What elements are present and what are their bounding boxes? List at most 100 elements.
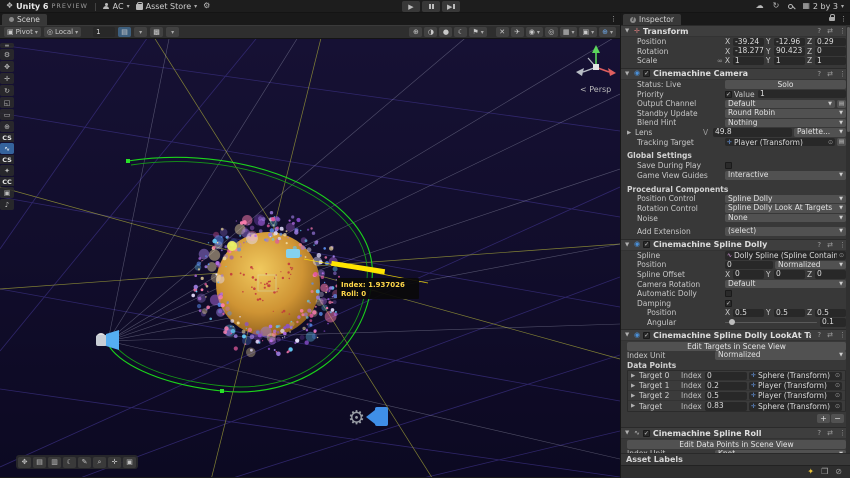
position-control-dropdown[interactable]: Spline Dolly ▼	[725, 194, 846, 204]
grid-size-field[interactable]: 1	[93, 27, 116, 37]
component-enabled-checkbox[interactable]: ✓	[643, 70, 651, 78]
position-y-field[interactable]: -12.96	[774, 37, 805, 47]
effects-dropdown[interactable]: ⚑ ▾	[469, 27, 487, 37]
foldout-icon[interactable]: ▼	[625, 71, 631, 77]
index-unit-dropdown[interactable]: Normalized ▼	[715, 351, 846, 360]
account-dropdown[interactable]: AC ▾	[103, 2, 130, 11]
asset-bundle-icon[interactable]: ✦	[807, 468, 814, 476]
move-overlay-icon[interactable]: ✥	[18, 456, 31, 468]
game-view-guides-dropdown[interactable]: Interactive ▼	[725, 171, 846, 180]
persp-label[interactable]: < Persp	[580, 85, 611, 94]
save-during-play-checkbox[interactable]	[725, 162, 732, 170]
lookat-target-row[interactable]: ▶ Target 0 Index 0 ✛ Sphere (Transform) ⊙	[628, 371, 845, 382]
object-picker-icon[interactable]: ⊙	[835, 372, 840, 379]
object-picker-icon[interactable]: ⊙	[835, 382, 840, 389]
position-x-field[interactable]: -39.24	[733, 37, 764, 47]
lens-preset-dropdown[interactable]: Palette... ▼	[794, 128, 846, 137]
automatic-dolly-checkbox[interactable]	[725, 290, 732, 298]
player-marker[interactable]	[286, 249, 300, 258]
eye-icon[interactable]: ◎	[544, 27, 558, 37]
audio-toggle-icon[interactable]: ☾	[454, 27, 468, 37]
object-picker-icon[interactable]: ⊙	[828, 139, 833, 146]
damping-x-field[interactable]: 0.5	[733, 308, 764, 318]
presets-icon[interactable]: ⇄	[827, 27, 833, 35]
foldout-icon[interactable]: ▶	[627, 130, 633, 136]
link-scale-icon[interactable]: ∞	[717, 57, 723, 65]
help-icon[interactable]: ?	[817, 241, 821, 249]
light-gizmo[interactable]	[227, 241, 237, 251]
hidden-objects-icon[interactable]: ✕	[495, 27, 509, 37]
grid-visibility-dropdown[interactable]: ▦ ▾	[559, 27, 578, 37]
shading-mode-icon[interactable]: ⊕	[409, 27, 423, 37]
index-field[interactable]: 0.2	[705, 381, 747, 391]
no-label-icon[interactable]: ⊘	[835, 468, 842, 476]
tab-scene[interactable]: Scene	[2, 14, 47, 25]
spline-dolly-header[interactable]: ▼ ◉ ✓ Cinemachine Spline Dolly ? ⇄ ⋮	[621, 238, 850, 251]
foldout-icon[interactable]: ▼	[625, 430, 631, 436]
lookat-target-row[interactable]: ▶ Target 1 Index 0.2 ✛ Player (Transform) ⊙	[628, 381, 845, 392]
index-field[interactable]: 0.5	[705, 391, 747, 401]
pause-button[interactable]	[422, 1, 440, 12]
remove-item-button[interactable]: −	[831, 414, 844, 424]
snap-increment-dropdown[interactable]: ▾	[166, 27, 180, 37]
position-z-field[interactable]: 0.29	[815, 37, 846, 47]
component-enabled-checkbox[interactable]: ✓	[642, 429, 650, 437]
history-icon[interactable]: ↻	[773, 2, 780, 10]
camera-rotation-dropdown[interactable]: Default ▼	[725, 279, 846, 289]
custom-tool-icon[interactable]: ✦	[0, 165, 14, 176]
cinemachine-camera-header[interactable]: ▼ ◉ ✓ Cinemachine Camera ? ⇄ ⋮	[621, 67, 850, 80]
hand-tool-icon[interactable]: ✥	[0, 61, 14, 72]
gizmos-dropdown[interactable]: ⊕ ▾	[599, 27, 616, 37]
blend-hint-dropdown[interactable]: Nothing ▼	[725, 118, 846, 128]
channel-settings-icon[interactable]: ▤	[837, 99, 846, 109]
inspector-menu-icon[interactable]: ⋮	[840, 15, 847, 23]
play-button[interactable]: ▶	[402, 1, 420, 12]
rotation-z-field[interactable]: 0	[815, 47, 846, 56]
audio-tool-icon[interactable]: ♪	[0, 199, 14, 210]
help-icon[interactable]: ?	[817, 27, 821, 35]
index-field[interactable]: 0	[705, 371, 747, 381]
lighting-toggle-icon[interactable]: ●	[439, 27, 453, 37]
target-object-field[interactable]: ✛ Sphere (Transform) ⊙	[749, 371, 842, 381]
noise-dropdown[interactable]: None ▼	[725, 213, 846, 223]
gizmo-overlay-icon[interactable]: ✛	[108, 456, 121, 468]
grid-snap-icon[interactable]: ▤	[118, 27, 132, 37]
presets-icon[interactable]: ⇄	[827, 70, 833, 78]
search-icon[interactable]	[788, 3, 794, 9]
overlay-handle[interactable]: ▬	[0, 43, 14, 49]
dolly-position-field[interactable]: 0	[725, 260, 773, 270]
component-menu-icon[interactable]: ⋮	[839, 429, 846, 437]
scale-y-field[interactable]: 1	[773, 56, 805, 66]
lens-fov-field[interactable]: 49.8	[713, 128, 792, 137]
probe-tool-icon[interactable]: ▣	[0, 187, 14, 198]
index-field[interactable]: 0.83	[705, 402, 747, 411]
view-tool-icon[interactable]: ⚙	[0, 49, 14, 60]
overlays-dropdown[interactable]: ▣ ▾	[579, 27, 598, 37]
lookat-targets-header[interactable]: ▼ ◉ ✓ Cinemachine Spline Dolly LookAt Ta…	[621, 329, 850, 342]
presets-icon[interactable]: ⇄	[827, 331, 833, 339]
rotation-control-dropdown[interactable]: Spline Dolly Look At Targets ▼	[725, 204, 846, 213]
slider-knob[interactable]	[728, 319, 735, 326]
package-icon[interactable]: ❒	[821, 468, 828, 476]
help-icon[interactable]: ?	[817, 429, 821, 437]
foldout-icon[interactable]: ▼	[625, 28, 631, 34]
grid-snap-dropdown[interactable]: ▾	[134, 27, 148, 37]
brush-overlay-icon[interactable]: ✎	[78, 456, 91, 468]
rotation-y-field[interactable]: 90.423	[774, 47, 805, 56]
presets-icon[interactable]: ⇄	[827, 429, 833, 437]
scene-menu-icon[interactable]: ⋮	[610, 15, 617, 23]
transform-header[interactable]: ▼ ✛ Transform ? ⇄ ⋮	[621, 25, 850, 37]
rect-tool-icon[interactable]: ▭	[0, 109, 14, 120]
damping-z-field[interactable]: 0.5	[815, 308, 846, 318]
grid-overlay-icon[interactable]: ▥	[48, 456, 61, 468]
offset-x-field[interactable]: 0	[733, 270, 764, 279]
position-unit-dropdown[interactable]: Normalized ▼	[775, 260, 846, 270]
2d-toggle-icon[interactable]: ◑	[424, 27, 438, 37]
scale-z-field[interactable]: 1	[814, 56, 846, 66]
step-button[interactable]: ▶	[442, 1, 460, 12]
standby-update-dropdown[interactable]: Round Robin ▼	[725, 109, 846, 118]
component-enabled-checkbox[interactable]: ✓	[643, 331, 651, 339]
help-icon[interactable]: ?	[817, 70, 821, 78]
moon-overlay-icon[interactable]: ☾	[63, 456, 76, 468]
asset-store-dropdown[interactable]: Asset Store ▾	[135, 1, 197, 11]
